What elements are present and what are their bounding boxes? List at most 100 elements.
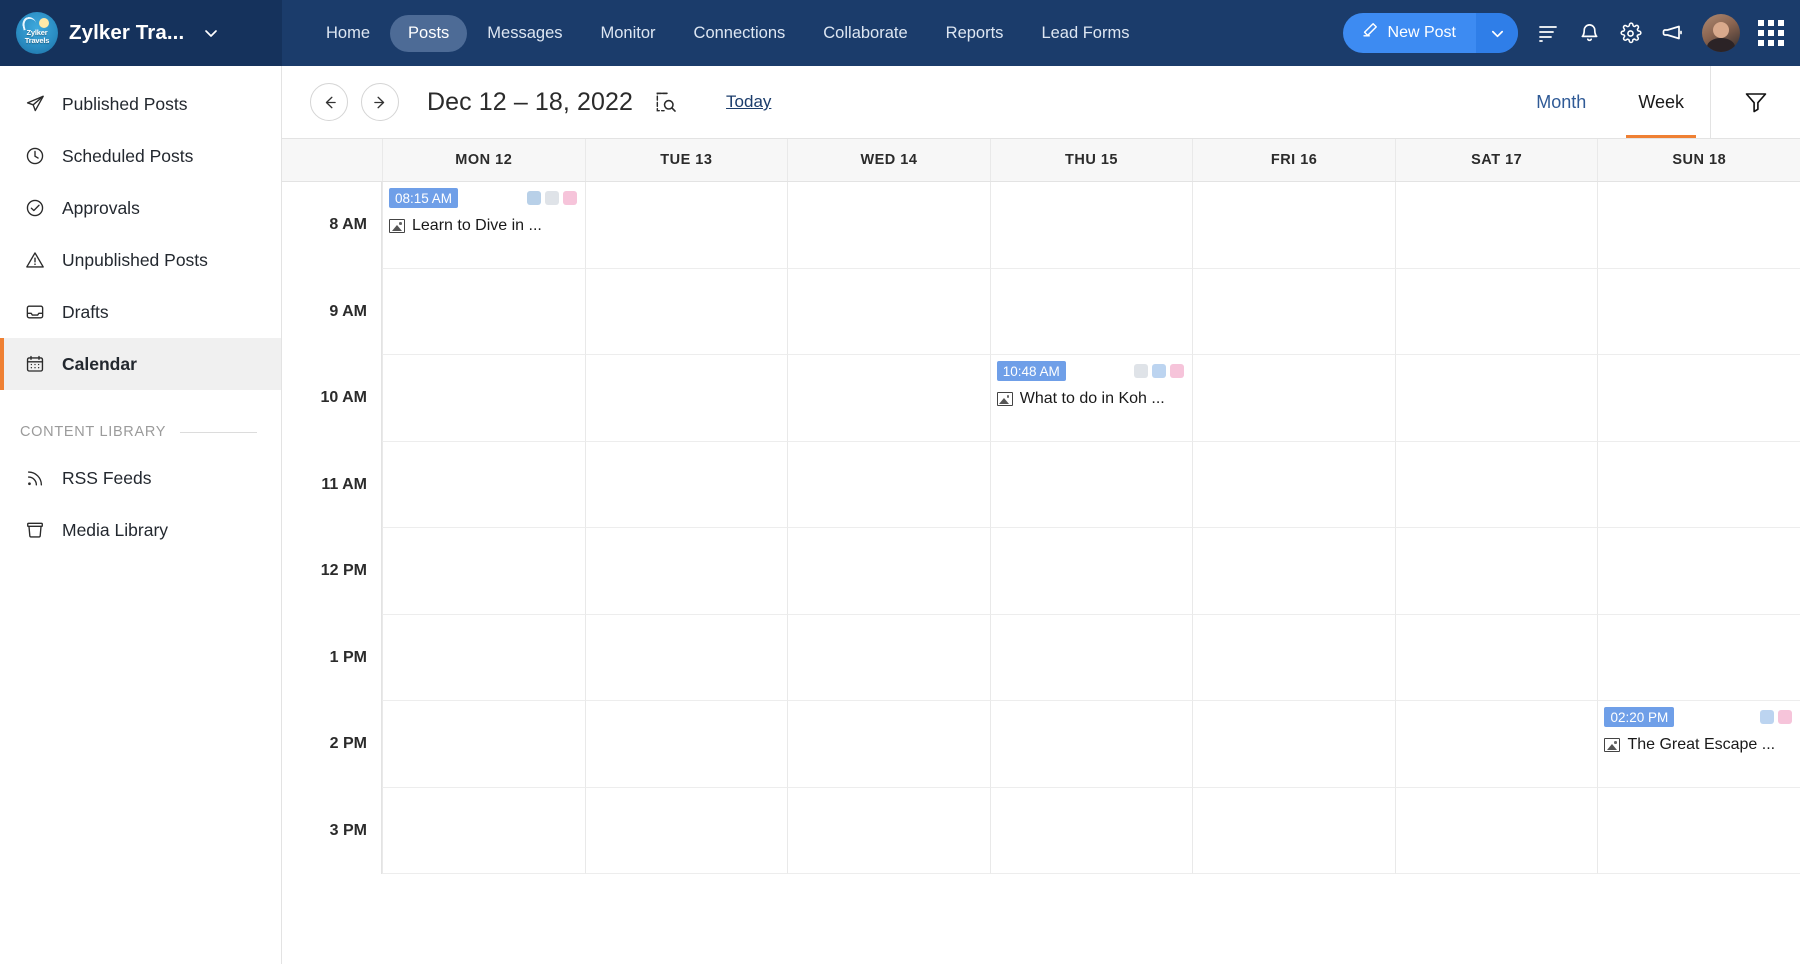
calendar-event[interactable]: 10:48 AM What to do in Koh ... <box>995 359 1189 408</box>
slot-sat-12pm[interactable] <box>1395 528 1598 615</box>
day-header-tue[interactable]: TUE 13 <box>585 139 788 181</box>
day-header-sat[interactable]: SAT 17 <box>1395 139 1598 181</box>
slot-fri-2pm[interactable] <box>1192 701 1395 788</box>
day-header-sun[interactable]: SUN 18 <box>1597 139 1800 181</box>
slot-sat-2pm[interactable] <box>1395 701 1598 788</box>
slot-sat-8am[interactable] <box>1395 182 1598 269</box>
menu-item-connections[interactable]: Connections <box>676 15 804 52</box>
today-link[interactable]: Today <box>726 92 771 112</box>
slot-sun-11am[interactable] <box>1597 442 1800 529</box>
slot-mon-12pm[interactable] <box>382 528 585 615</box>
slot-sun-9am[interactable] <box>1597 269 1800 356</box>
slot-thu-2pm[interactable] <box>990 701 1193 788</box>
day-header-thu[interactable]: THU 15 <box>990 139 1193 181</box>
slot-fri-12pm[interactable] <box>1192 528 1395 615</box>
slot-wed-12pm[interactable] <box>787 528 990 615</box>
slot-sat-11am[interactable] <box>1395 442 1598 529</box>
slot-tue-2pm[interactable] <box>585 701 788 788</box>
previous-week-button[interactable] <box>310 83 348 121</box>
calendar-search-icon[interactable] <box>653 90 678 115</box>
gear-icon[interactable] <box>1619 22 1642 45</box>
slot-wed-3pm[interactable] <box>787 788 990 875</box>
calendar-grid[interactable]: 8 AM 08:15 AM Lea <box>282 182 1800 964</box>
brand-switcher[interactable]: Zylker Travels Zylker Tra... <box>0 0 282 66</box>
slot-thu-3pm[interactable] <box>990 788 1193 875</box>
tab-week-view[interactable]: Week <box>1612 66 1710 138</box>
slot-sun-8am[interactable] <box>1597 182 1800 269</box>
slot-wed-9am[interactable] <box>787 269 990 356</box>
sidebar-item-media-library[interactable]: Media Library <box>0 504 281 556</box>
new-post-main[interactable]: New Post <box>1343 13 1476 53</box>
slot-thu-10am[interactable]: 10:48 AM What to do in Koh ... <box>990 355 1193 442</box>
avatar[interactable] <box>1702 14 1740 52</box>
slot-tue-3pm[interactable] <box>585 788 788 875</box>
slot-sat-9am[interactable] <box>1395 269 1598 356</box>
menu-item-collaborate[interactable]: Collaborate <box>805 15 925 52</box>
slot-tue-11am[interactable] <box>585 442 788 529</box>
slot-thu-1pm[interactable] <box>990 615 1193 702</box>
menu-item-home[interactable]: Home <box>308 15 388 52</box>
slot-sun-3pm[interactable] <box>1597 788 1800 875</box>
calendar-event[interactable]: 02:20 PM The Great Escape ... <box>1602 705 1796 754</box>
slot-wed-8am[interactable] <box>787 182 990 269</box>
slot-thu-12pm[interactable] <box>990 528 1193 615</box>
calendar-event[interactable]: 08:15 AM Learn to Dive in ... <box>387 186 581 235</box>
next-week-button[interactable] <box>361 83 399 121</box>
menu-item-monitor[interactable]: Monitor <box>583 15 674 52</box>
slot-sat-10am[interactable] <box>1395 355 1598 442</box>
new-post-dropdown-button[interactable] <box>1476 13 1518 53</box>
menu-item-reports[interactable]: Reports <box>928 15 1022 52</box>
day-header-mon[interactable]: MON 12 <box>382 139 585 181</box>
tab-month-view[interactable]: Month <box>1510 66 1612 138</box>
new-post-button[interactable]: New Post <box>1343 13 1518 53</box>
list-lines-icon[interactable] <box>1536 21 1560 45</box>
slot-mon-1pm[interactable] <box>382 615 585 702</box>
filter-button[interactable] <box>1710 66 1800 138</box>
slot-sun-12pm[interactable] <box>1597 528 1800 615</box>
slot-tue-8am[interactable] <box>585 182 788 269</box>
menu-item-posts[interactable]: Posts <box>390 15 467 52</box>
slot-fri-1pm[interactable] <box>1192 615 1395 702</box>
slot-fri-9am[interactable] <box>1192 269 1395 356</box>
chevron-down-icon[interactable] <box>203 25 219 41</box>
slot-mon-11am[interactable] <box>382 442 585 529</box>
sidebar-item-approvals[interactable]: Approvals <box>0 182 281 234</box>
sidebar-item-published-posts[interactable]: Published Posts <box>0 78 281 130</box>
megaphone-icon[interactable] <box>1660 21 1684 45</box>
slot-sun-2pm[interactable]: 02:20 PM The Great Escape ... <box>1597 701 1800 788</box>
sidebar-item-unpublished-posts[interactable]: Unpublished Posts <box>0 234 281 286</box>
slot-tue-9am[interactable] <box>585 269 788 356</box>
slot-wed-10am[interactable] <box>787 355 990 442</box>
slot-tue-12pm[interactable] <box>585 528 788 615</box>
sidebar-item-scheduled-posts[interactable]: Scheduled Posts <box>0 130 281 182</box>
slot-thu-11am[interactable] <box>990 442 1193 529</box>
slot-sat-3pm[interactable] <box>1395 788 1598 875</box>
sidebar-item-rss-feeds[interactable]: RSS Feeds <box>0 452 281 504</box>
slot-thu-8am[interactable] <box>990 182 1193 269</box>
day-header-fri[interactable]: FRI 16 <box>1192 139 1395 181</box>
slot-wed-2pm[interactable] <box>787 701 990 788</box>
slot-mon-2pm[interactable] <box>382 701 585 788</box>
slot-fri-10am[interactable] <box>1192 355 1395 442</box>
slot-sun-10am[interactable] <box>1597 355 1800 442</box>
slot-mon-9am[interactable] <box>382 269 585 356</box>
slot-fri-8am[interactable] <box>1192 182 1395 269</box>
bell-icon[interactable] <box>1578 22 1601 45</box>
menu-item-messages[interactable]: Messages <box>469 15 580 52</box>
menu-item-lead-forms[interactable]: Lead Forms <box>1023 15 1147 52</box>
slot-mon-10am[interactable] <box>382 355 585 442</box>
slot-sun-1pm[interactable] <box>1597 615 1800 702</box>
sidebar-item-calendar[interactable]: Calendar <box>0 338 281 390</box>
slot-wed-11am[interactable] <box>787 442 990 529</box>
slot-fri-3pm[interactable] <box>1192 788 1395 875</box>
slot-tue-1pm[interactable] <box>585 615 788 702</box>
sidebar-item-drafts[interactable]: Drafts <box>0 286 281 338</box>
slot-mon-3pm[interactable] <box>382 788 585 875</box>
slot-fri-11am[interactable] <box>1192 442 1395 529</box>
slot-sat-1pm[interactable] <box>1395 615 1598 702</box>
day-header-wed[interactable]: WED 14 <box>787 139 990 181</box>
slot-tue-10am[interactable] <box>585 355 788 442</box>
grid-apps-icon[interactable] <box>1758 20 1784 46</box>
slot-thu-9am[interactable] <box>990 269 1193 356</box>
slot-wed-1pm[interactable] <box>787 615 990 702</box>
